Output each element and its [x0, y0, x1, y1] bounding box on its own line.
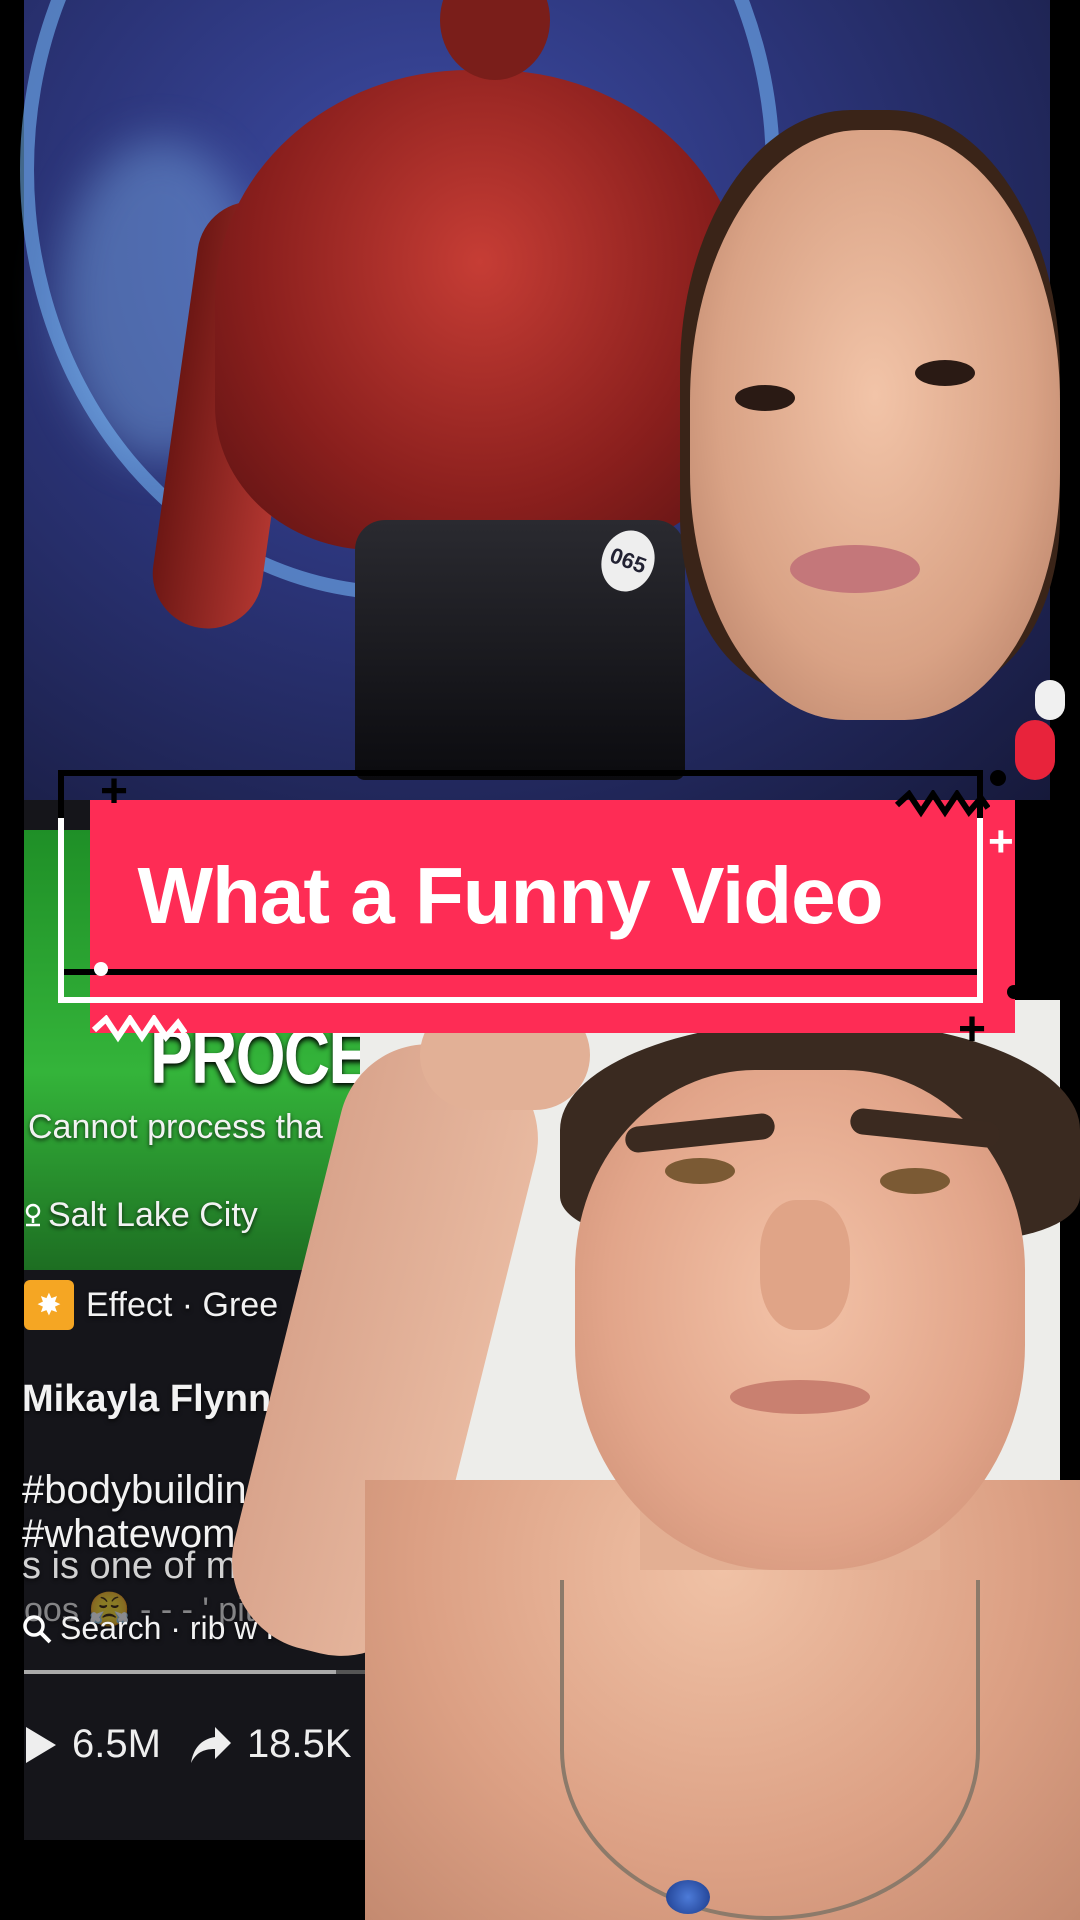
search-icon [23, 1614, 52, 1643]
decor-dot [94, 962, 108, 976]
banner-title: What a Funny Video [137, 851, 883, 940]
floating-heart-icon [1015, 720, 1055, 780]
woman-face [690, 130, 1060, 720]
bodybuilder-torso [215, 70, 745, 550]
woman-lips [790, 545, 920, 593]
plus-sparkle-icon: + [100, 765, 129, 818]
location-pin-icon [25, 1203, 41, 1226]
view-count: 6.5M [72, 1722, 161, 1766]
author-name[interactable]: Mikayla Flynn [22, 1378, 271, 1421]
man-eye-left [665, 1158, 735, 1184]
video-stats: 6.5M 18.5K [24, 1722, 351, 1767]
plus-sparkle-icon: + [958, 1003, 987, 1056]
location-label: Salt Lake City [48, 1196, 258, 1234]
woman-eye-left [735, 385, 795, 411]
man-eye-right [880, 1168, 950, 1194]
location-tag[interactable]: Salt Lake City [24, 1196, 258, 1235]
man-nose [760, 1200, 850, 1330]
decor-dot [990, 770, 1006, 786]
effect-tag[interactable]: ✸ Effect · Gree [24, 1280, 278, 1330]
sparkle-effect-icon: ✸ [24, 1280, 74, 1330]
play-icon [26, 1726, 56, 1763]
video-progress-fill [24, 1670, 336, 1674]
necklace-chain [560, 1580, 980, 1920]
zigzag-decor-icon [92, 1015, 187, 1043]
embedded-caption: Cannot process tha [28, 1108, 323, 1146]
decor-dot [1007, 985, 1021, 999]
plus-sparkle-icon: + [988, 817, 1014, 866]
effect-label: Effect · Gree [86, 1285, 279, 1324]
share-arrow-icon [190, 1726, 231, 1763]
floating-heart-icon [1035, 680, 1065, 720]
zigzag-decor-icon [895, 790, 990, 818]
hashtags-line[interactable]: #bodybuildin [22, 1468, 247, 1513]
share-count: 18.5K [246, 1722, 352, 1766]
description-text: s is one of m [22, 1545, 238, 1587]
woman-eye-right [915, 360, 975, 386]
necklace-pendant [666, 1880, 710, 1914]
man-lips [730, 1380, 870, 1414]
